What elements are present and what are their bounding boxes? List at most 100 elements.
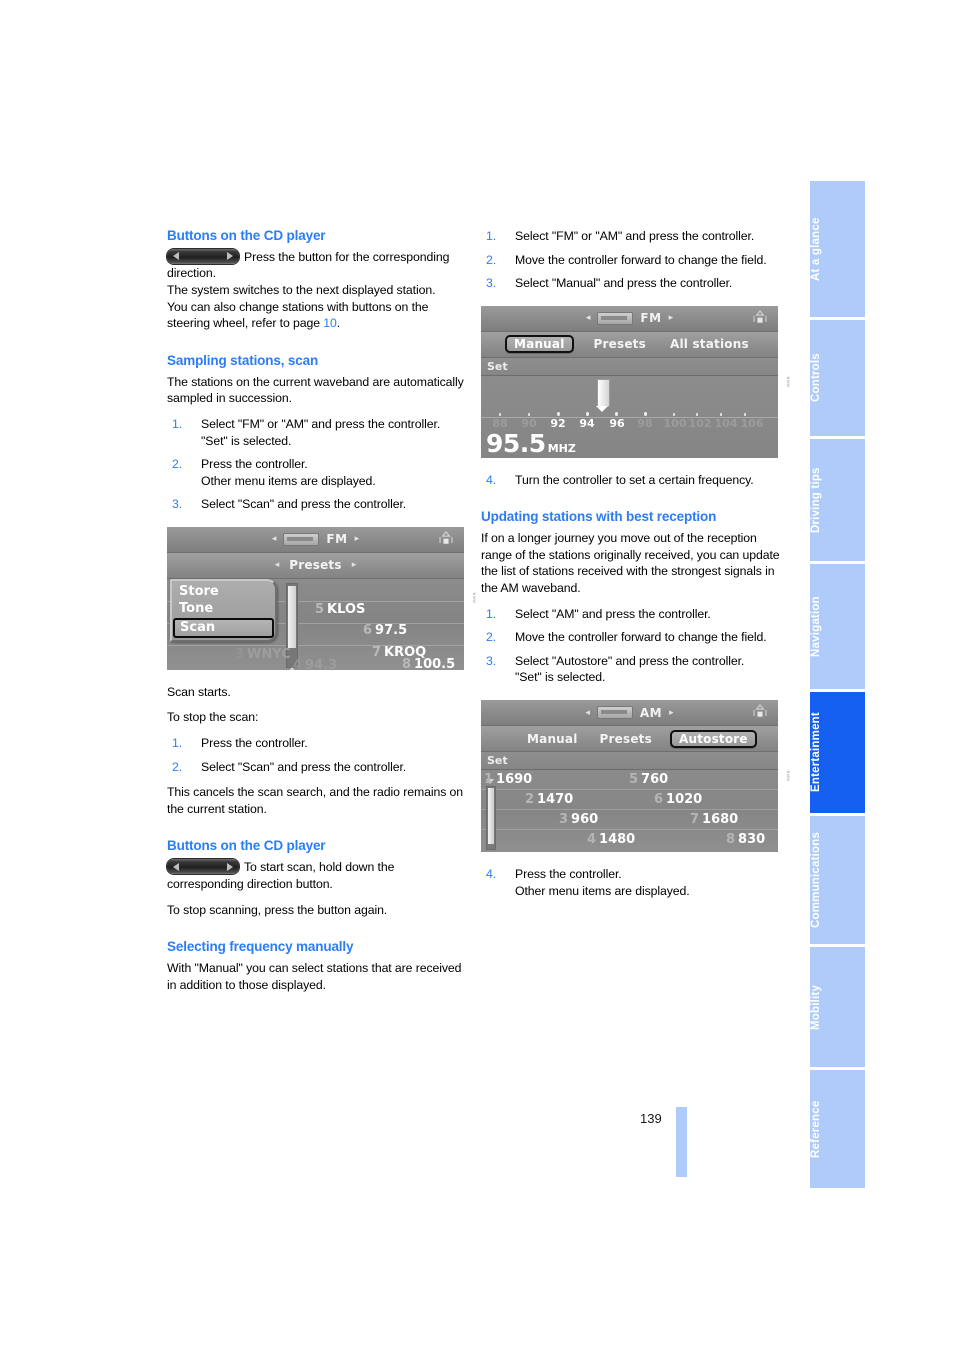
preset-number: 8 [402,656,412,670]
tab-label: Driving tips [810,467,822,533]
fm-presets-screenshot: ◂ FM ▸ ◂ Presets ▸ 3 WNYC 4 94.3 5 KLOS … [167,526,477,670]
tuner-scale-area[interactable]: 88 90 92 94 96 98 100 102 104 106 95.5 M… [481,375,778,458]
tuner-pointer[interactable] [596,378,610,412]
frequency-unit: MHZ [547,441,576,455]
am-scrollbar[interactable] [486,786,496,850]
list-item: 2. Select "Scan" and press the controlle… [167,759,467,776]
step-subtext: Other menu items are displayed. [201,473,376,488]
list-item[interactable]: 5 KLOS [315,602,365,617]
page-marker-bar [676,1107,687,1177]
tab-communications[interactable]: Communications [810,816,865,944]
mode-tab-manual[interactable]: Manual [523,731,582,747]
tab-label: At a glance [810,217,822,281]
step-text: Select "Manual" and press the controller… [515,276,733,291]
list-item: 1. Select "FM" or "AM" and press the con… [481,228,781,245]
list-item[interactable]: 6 97.5 [363,623,407,638]
band-prev-arrow-icon[interactable]: ◂ [586,313,591,323]
tab-reference[interactable]: Reference [810,1070,865,1188]
step-number: 2. [486,630,497,645]
navigation-compass-icon [439,530,453,544]
preset-name: 1480 [599,832,636,847]
scrollbar-thumb[interactable] [288,585,296,648]
autostore-steps-list: 1. Select "AM" and press the controller.… [481,606,781,686]
list-item[interactable]: 8 100.5 [402,657,455,670]
list-item[interactable]: 4 1480 [587,832,635,847]
band-prev-arrow-icon[interactable]: ◂ [272,534,277,544]
set-label[interactable]: Set [487,754,508,767]
set-label[interactable]: Set [487,360,508,373]
page-reference-link[interactable]: 10 [323,316,337,330]
radio-band-label: AM [639,705,663,720]
left-column: Buttons on the CD player Press the butto… [167,228,477,993]
menu-item-tone[interactable]: Tone [172,600,275,617]
radio-nav-row: ◂ Presets ▸ [167,552,464,579]
mode-tab-all-stations[interactable]: All stations [666,336,753,352]
cd-switch-station-text: The system switches to the next displaye… [167,283,436,298]
list-item[interactable]: 1 1690 [484,772,532,787]
preset-number: 7 [372,644,382,660]
step-number: 2. [172,457,183,472]
band-next-arrow-icon[interactable]: ▸ [669,708,674,718]
tab-mobility[interactable]: Mobility [810,947,865,1067]
preset-number: 6 [654,792,664,807]
tab-entertainment[interactable]: Entertainment [810,692,865,813]
mode-tab-autostore[interactable]: Autostore [669,729,757,748]
left-arrow-icon [173,252,179,261]
preset-number: 2 [525,792,535,807]
scrollbar-thumb[interactable] [488,788,494,844]
menu-item-scan[interactable]: Scan [173,617,274,638]
list-item: 2. Move the controller forward to change… [481,252,781,269]
scale-label: 98 [637,416,653,430]
nav-presets-label[interactable]: Presets [285,557,345,573]
tab-navigation[interactable]: Navigation [810,564,865,689]
list-item[interactable]: 3 WNYC [235,647,291,662]
radio-display-manual: ◂ FM ▸ Manual Presets All stations Set 8… [481,305,778,458]
list-item[interactable]: 6 1020 [654,792,702,807]
heading-buttons-cd-player-2: Buttons on the CD player [167,838,326,854]
list-item[interactable]: 4 94.3 [293,658,337,670]
nav-prev-arrow-icon[interactable]: ◂ [275,560,280,570]
tab-at-a-glance[interactable]: At a glance [810,181,865,317]
menu-item-store[interactable]: Store [172,583,275,600]
radio-set-row: Set [481,357,778,376]
rocker-button-icon [167,859,239,875]
list-item[interactable]: 2 1470 [525,792,573,807]
radio-source-icon [597,311,634,325]
band-next-arrow-icon[interactable]: ▸ [355,534,360,544]
preset-name: 1470 [537,792,574,807]
band-next-arrow-icon[interactable]: ▸ [669,313,674,323]
step-subtext: Other menu items are displayed. [515,883,690,898]
step-text: Turn the controller to set a certain fre… [515,472,754,487]
list-item: 1. Select "AM" and press the controller. [481,606,781,623]
list-item[interactable]: 5 760 [629,772,668,787]
sampling-steps-list: 1. Select "FM" or "AM" and press the con… [167,416,467,513]
preset-name: 1690 [496,772,533,787]
step-number: 1. [486,229,497,243]
step-text: Select "Autostore" and press the control… [515,653,745,668]
cd-button-instruction-2: To start scan, hold down the correspondi… [167,859,467,892]
radio-titlebar: ◂ FM ▸ [481,305,778,332]
list-item[interactable]: 7 1680 [690,812,738,827]
radio-display-autostore: ◂ AM ▸ Manual Presets Autostore Set 1 16… [481,700,778,852]
mode-tab-manual[interactable]: Manual [505,335,574,354]
tab-driving-tips[interactable]: Driving tips [810,439,865,561]
page-number: 139 [640,1111,662,1126]
list-item[interactable]: 3 960 [559,812,598,827]
step-number: 1. [486,606,497,621]
mode-tab-presets[interactable]: Presets [596,731,656,747]
tab-controls[interactable]: Controls [810,320,865,436]
preset-number: 6 [363,622,373,638]
list-item[interactable]: 8 830 [726,832,765,847]
mode-tab-presets[interactable]: Presets [590,336,650,352]
manual-frequency-intro: With "Manual" you can select stations th… [167,960,462,992]
preset-number: 4 [293,657,303,670]
radio-display-presets: ◂ FM ▸ ◂ Presets ▸ 3 WNYC 4 94.3 5 KLOS … [167,526,464,670]
nav-next-arrow-icon[interactable]: ▸ [352,560,357,570]
band-prev-arrow-icon[interactable]: ◂ [585,708,590,718]
